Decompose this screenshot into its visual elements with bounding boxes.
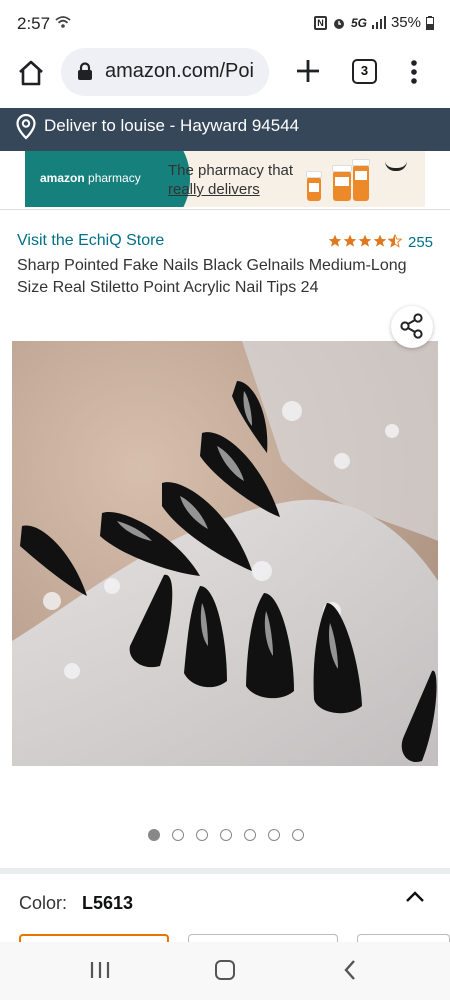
visit-store-link[interactable]: Visit the EchiQ Store bbox=[17, 232, 164, 250]
chevron-up-icon[interactable] bbox=[404, 888, 426, 906]
signal-icon bbox=[371, 16, 386, 29]
star-full-icon bbox=[328, 234, 342, 247]
network-type: 5G bbox=[350, 15, 367, 30]
pharmacy-logo-text: pharmacy bbox=[84, 171, 141, 185]
pharmacy-logo-brand: amazon bbox=[40, 171, 85, 185]
pill-bottle-image bbox=[306, 171, 322, 201]
image-carousel-dots bbox=[148, 829, 304, 841]
carousel-dot[interactable] bbox=[196, 829, 208, 841]
pill-bottle-image bbox=[332, 165, 352, 201]
color-value: L5613 bbox=[82, 893, 134, 913]
banner-tagline-2[interactable]: really delivers bbox=[168, 181, 260, 198]
tabs-icon[interactable]: 3 bbox=[352, 59, 377, 84]
carousel-dot[interactable] bbox=[292, 829, 304, 841]
section-divider bbox=[0, 209, 450, 210]
battery-percent: 35% bbox=[390, 14, 421, 31]
star-full-icon bbox=[343, 234, 357, 247]
url-text: amazon.com/Poi bbox=[105, 60, 254, 82]
plus-icon[interactable] bbox=[294, 57, 322, 85]
product-image[interactable] bbox=[12, 341, 438, 766]
share-icon bbox=[400, 313, 423, 339]
alarm-icon bbox=[333, 18, 344, 29]
location-pin-icon bbox=[16, 113, 36, 140]
star-rating[interactable] bbox=[328, 234, 402, 248]
review-count[interactable]: 255 bbox=[408, 234, 433, 251]
amazon-pharmacy-banner[interactable]: amazon pharmacy The pharmacy that really… bbox=[25, 151, 425, 207]
star-full-icon bbox=[373, 234, 387, 247]
nav-home-icon[interactable] bbox=[215, 960, 235, 980]
back-icon[interactable] bbox=[343, 959, 357, 981]
status-time: 2:57 bbox=[17, 14, 51, 33]
banner-tagline-1: The pharmacy that bbox=[168, 162, 294, 179]
lock-icon bbox=[78, 62, 92, 80]
pill-bottle-image bbox=[352, 159, 370, 201]
carousel-dot-active[interactable] bbox=[148, 829, 160, 841]
amazon-smile-logo bbox=[385, 161, 407, 171]
star-full-icon bbox=[358, 234, 372, 247]
carousel-dot[interactable] bbox=[172, 829, 184, 841]
deliver-to-bar[interactable]: Deliver to louise - Hayward 94544 bbox=[0, 108, 450, 151]
nails-photo bbox=[12, 341, 438, 766]
carousel-dot[interactable] bbox=[244, 829, 256, 841]
deliver-location-text: Deliver to louise - Hayward 94544 bbox=[44, 116, 300, 135]
carousel-dot[interactable] bbox=[268, 829, 280, 841]
pharmacy-logo: amazon pharmacy bbox=[40, 171, 141, 185]
section-divider bbox=[0, 868, 450, 874]
status-indicators: N 5G 35% bbox=[313, 14, 434, 31]
more-vert-icon[interactable] bbox=[404, 58, 424, 86]
nfc-icon: N bbox=[313, 15, 327, 30]
wifi-icon bbox=[55, 16, 71, 28]
battery-icon bbox=[426, 15, 434, 30]
address-bar[interactable]: amazon.com/Poi bbox=[61, 48, 269, 96]
recent-apps-icon[interactable] bbox=[90, 961, 110, 979]
browser-toolbar: amazon.com/Poi 3 bbox=[0, 48, 450, 108]
carousel-dot[interactable] bbox=[220, 829, 232, 841]
star-half-icon bbox=[388, 234, 402, 248]
product-title: Sharp Pointed Fake Nails Black Gelnails … bbox=[17, 257, 407, 296]
system-navigation-bar bbox=[0, 942, 450, 1000]
color-label: Color: bbox=[19, 893, 68, 913]
share-button[interactable] bbox=[391, 306, 433, 348]
status-bar: 2:57 N 5G 35% bbox=[0, 0, 450, 48]
home-icon[interactable] bbox=[16, 58, 46, 88]
